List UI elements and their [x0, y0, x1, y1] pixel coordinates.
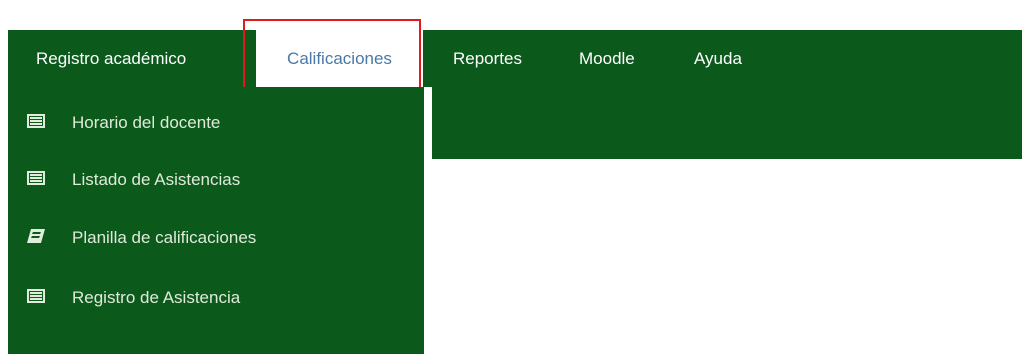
calificaciones-dropdown-menu: Horario del docente Listado de Asistenci…	[8, 87, 424, 354]
list-icon	[27, 171, 45, 185]
nav-item-registro-academico[interactable]: Registro académico	[36, 30, 186, 87]
book-icon	[27, 229, 45, 243]
content-header-bar	[432, 87, 1022, 159]
menu-item-label: Registro de Asistencia	[72, 288, 241, 307]
menu-item-listado-de-asistencias[interactable]: Listado de Asistencias	[8, 151, 424, 209]
nav-item-ayuda[interactable]: Ayuda	[694, 30, 742, 87]
menu-item-registro-de-asistencia[interactable]: Registro de Asistencia	[8, 269, 424, 327]
menu-item-label: Planilla de calificaciones	[72, 228, 257, 247]
nav-item-moodle[interactable]: Moodle	[579, 30, 635, 87]
menu-item-label: Horario del docente	[72, 113, 221, 132]
list-icon	[27, 289, 45, 303]
top-navbar: Registro académico Calificaciones Report…	[8, 30, 1022, 87]
menu-item-horario-del-docente[interactable]: Horario del docente	[8, 94, 424, 152]
menu-item-label: Listado de Asistencias	[72, 170, 241, 189]
nav-item-calificaciones[interactable]: Calificaciones	[256, 30, 423, 87]
nav-item-reportes[interactable]: Reportes	[453, 30, 522, 87]
menu-item-planilla-de-calificaciones[interactable]: Planilla de calificaciones	[8, 209, 424, 267]
list-icon	[27, 114, 45, 128]
